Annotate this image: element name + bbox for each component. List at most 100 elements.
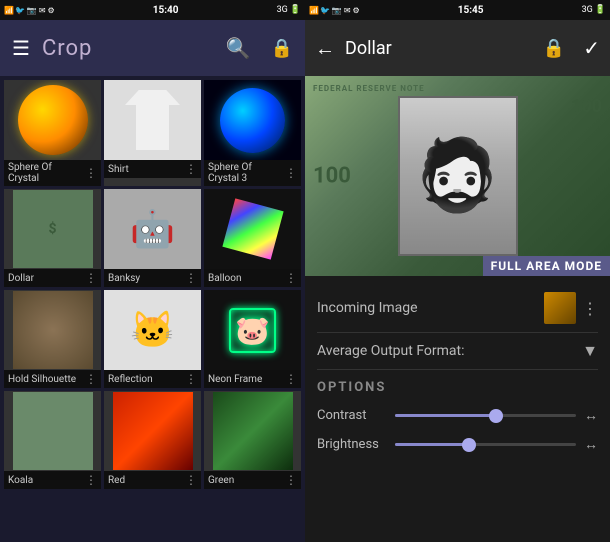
grid-item-reflection[interactable]: 🐱 Reflection ⋮ — [104, 290, 201, 388]
thumb-hold — [4, 290, 101, 370]
grid-item-green[interactable]: Green ⋮ — [204, 391, 301, 489]
banksy-face-thumb: 🤖 — [130, 208, 175, 250]
status-icons-left: 📶 🐦 📷 ✉ ⚙ — [4, 6, 55, 15]
dollar-background: FEDERAL RESERVE NOTE 100 🧔 100 — [305, 76, 610, 276]
item-menu-dots[interactable]: ⋮ — [285, 271, 297, 285]
item-menu-dots[interactable]: ⋮ — [185, 162, 197, 176]
label-text: Reflection — [108, 374, 153, 385]
grid-item-sphere[interactable]: Sphere Of Crystal ⋮ — [4, 80, 101, 186]
grid-item-hold[interactable]: Hold Silhouette ⋮ — [4, 290, 101, 388]
app-icons: 🐦 📷 ✉ ⚙ — [15, 6, 55, 15]
grid-label-koala: Koala ⋮ — [4, 471, 101, 489]
item-menu-dots[interactable]: ⋮ — [85, 473, 97, 487]
label-text: Balloon — [208, 273, 241, 284]
brightness-slider-row: Brightness ↔ — [317, 430, 598, 459]
status-icons-right: 📶 🐦 📷 ✉ ⚙ — [309, 6, 360, 15]
grid-item-dollar[interactable]: $ Dollar ⋮ — [4, 189, 101, 287]
grid-label-balloon: Balloon ⋮ — [204, 269, 301, 287]
grid-label-green: Green ⋮ — [204, 471, 301, 489]
app-icons-right: 🐦 📷 ✉ ⚙ — [320, 6, 360, 15]
grid-label-sphere: Sphere Of Crystal ⋮ — [4, 160, 101, 186]
brightness-slider-thumb[interactable] — [462, 438, 476, 452]
item-menu-dots[interactable]: ⋮ — [185, 372, 197, 386]
right-content-area: Incoming Image ⋮ Average Output Format: … — [305, 276, 610, 542]
label-text: Green — [208, 475, 234, 486]
thumb-red — [104, 391, 201, 471]
label-text: Koala — [8, 475, 33, 486]
item-menu-dots[interactable]: ⋮ — [185, 473, 197, 487]
neon-pig-thumb: 🐷 — [229, 308, 276, 353]
balloon-cube-thumb — [222, 198, 283, 259]
item-menu-dots[interactable]: ⋮ — [185, 271, 197, 285]
item-menu-dots[interactable]: ⋮ — [85, 372, 97, 386]
wifi-icon-right: 📶 — [309, 6, 319, 15]
search-button[interactable]: 🔍 — [226, 36, 251, 60]
status-time-left: 15:40 — [153, 5, 179, 16]
grid-item-red[interactable]: Red ⋮ — [104, 391, 201, 489]
grid-item-neon[interactable]: 🐷 Neon Frame ⋮ — [204, 290, 301, 388]
incoming-image-row: Incoming Image ⋮ — [317, 284, 598, 333]
brightness-slider-fill — [395, 443, 467, 446]
grid-label-dollar: Dollar ⋮ — [4, 269, 101, 287]
grid-item-balloon[interactable]: Balloon ⋮ — [204, 189, 301, 287]
item-menu-dots[interactable]: ⋮ — [285, 166, 297, 180]
contrast-slider-thumb[interactable] — [489, 409, 503, 423]
item-menu-dots[interactable]: ⋮ — [285, 473, 297, 487]
brightness-slider-track[interactable] — [395, 443, 576, 446]
denomination-left: 100 — [313, 164, 351, 189]
status-time-right: 15:45 — [458, 5, 484, 16]
thumb-reflection: 🐱 — [104, 290, 201, 370]
contrast-slider-track[interactable] — [395, 414, 576, 417]
battery-icon-right: 🔋 — [595, 5, 606, 15]
thumb-sphere3 — [204, 80, 301, 160]
lock-button-right[interactable]: 🔒 — [543, 38, 565, 59]
item-menu-dots[interactable]: ⋮ — [85, 271, 97, 285]
brightness-arrows: ↔ — [584, 436, 598, 453]
battery-icon: 🔋 — [290, 5, 301, 15]
lock-button[interactable]: 🔒 — [271, 38, 293, 59]
cat-thumb: 🐱 — [130, 309, 175, 351]
reserve-note-text: FEDERAL RESERVE NOTE — [313, 84, 425, 93]
output-format-row: Average Output Format: ▼ — [317, 333, 598, 370]
left-header: ☰ Crop 🔍 🔒 — [0, 20, 305, 76]
sphere-crystal-thumb — [18, 85, 88, 155]
grid-item-sphere3[interactable]: Sphere Of Crystal 3 ⋮ — [204, 80, 301, 186]
grid-label-shirt: Shirt ⋮ — [104, 160, 201, 178]
item-menu-dots[interactable]: ⋮ — [85, 166, 97, 180]
left-panel: 📶 🐦 📷 ✉ ⚙ 15:40 3G 🔋 ☰ Crop 🔍 🔒 Sphere O… — [0, 0, 305, 542]
label-text: Red — [108, 475, 125, 486]
label-text: Hold Silhouette — [8, 374, 76, 385]
item-menu-dots[interactable]: ⋮ — [285, 372, 297, 386]
red-thumb — [113, 392, 193, 470]
grid-item-koala[interactable]: Koala ⋮ — [4, 391, 101, 489]
incoming-menu-dots[interactable]: ⋮ — [582, 299, 598, 318]
label-text: Dollar — [8, 273, 34, 284]
dollar-text: $ — [48, 221, 56, 237]
back-button[interactable]: ← — [315, 36, 335, 61]
thumb-shirt — [104, 80, 201, 160]
label-text: Banksy — [108, 273, 140, 284]
grid-item-shirt[interactable]: Shirt ⋮ — [104, 80, 201, 186]
hamburger-icon[interactable]: ☰ — [12, 36, 30, 60]
grid-label-hold: Hold Silhouette ⋮ — [4, 370, 101, 388]
thumb-green — [204, 391, 301, 471]
contrast-arrows: ↔ — [584, 407, 598, 424]
signal-icon: 3G — [277, 5, 288, 15]
grid-item-banksy[interactable]: 🤖 Banksy ⋮ — [104, 189, 201, 287]
grid-label-red: Red ⋮ — [104, 471, 201, 489]
label-text: Neon Frame — [208, 374, 262, 385]
right-panel: 📶 🐦 📷 ✉ ⚙ 15:45 3G 🔋 ← Dollar 🔒 ✓ FEDERA… — [305, 0, 610, 542]
koala-thumb — [13, 392, 93, 470]
contrast-label: Contrast — [317, 408, 387, 423]
options-section-header: OPTIONS — [317, 370, 598, 401]
thumb-dollar: $ — [4, 189, 101, 269]
incoming-thumbnail — [544, 292, 576, 324]
grid-label-neon: Neon Frame ⋮ — [204, 370, 301, 388]
confirm-button[interactable]: ✓ — [583, 36, 600, 60]
denomination-right: 100 — [571, 96, 602, 117]
hold-thumb — [13, 291, 93, 369]
right-screen-title: Dollar — [345, 38, 533, 59]
grid-label-sphere3: Sphere Of Crystal 3 ⋮ — [204, 160, 301, 186]
status-right-icons-right: 3G 🔋 — [582, 5, 606, 15]
output-dropdown-arrow[interactable]: ▼ — [582, 341, 598, 361]
